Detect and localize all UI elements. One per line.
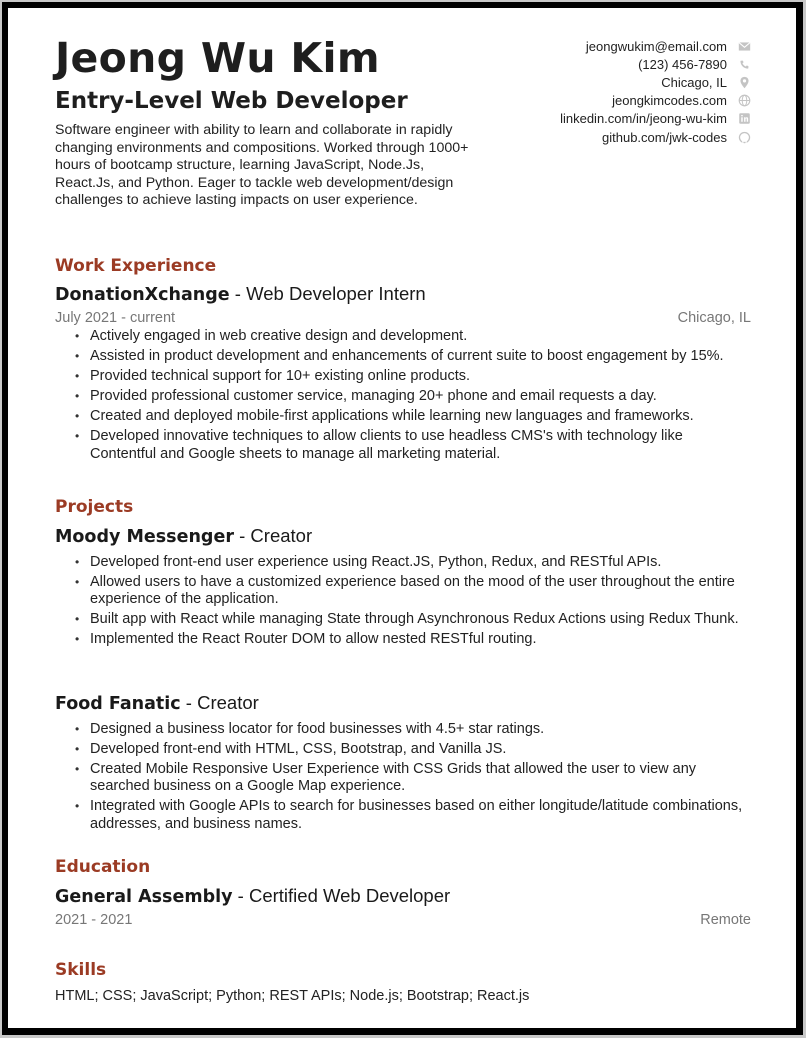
contact-linkedin[interactable]: linkedin.com/in/jeong-wu-kim bbox=[560, 110, 751, 128]
list-item: Created and deployed mobile-first applic… bbox=[75, 408, 751, 426]
contact-email-text[interactable]: jeongwukim@email.com bbox=[586, 39, 727, 54]
list-item: Provided technical support for 10+ exist… bbox=[75, 368, 751, 386]
separator: - bbox=[233, 525, 251, 546]
contact-github-text[interactable]: github.com/jwk-codes bbox=[602, 130, 727, 145]
education-meta: 2021 - 2021 Remote bbox=[55, 911, 751, 928]
list-item: Assisted in product development and enha… bbox=[75, 348, 751, 366]
separator: - bbox=[180, 692, 198, 713]
skills-list: HTML; CSS; JavaScript; Python; REST APIs… bbox=[55, 988, 530, 1004]
list-item: Designed a business locator for food bus… bbox=[75, 721, 751, 739]
project-name: Food Fanatic bbox=[55, 694, 181, 714]
list-item: Implemented the React Router DOM to allo… bbox=[75, 631, 751, 649]
list-item: Actively engaged in web creative design … bbox=[75, 328, 751, 346]
globe-icon bbox=[737, 94, 751, 108]
education-heading: General Assembly - Certified Web Develop… bbox=[55, 885, 751, 907]
education-dates: 2021 - 2021 bbox=[55, 911, 133, 928]
list-item: Developed front-end with HTML, CSS, Boot… bbox=[75, 741, 751, 759]
contact-email[interactable]: jeongwukim@email.com bbox=[560, 37, 751, 55]
list-item: Allowed users to have a customized exper… bbox=[75, 574, 751, 609]
work-org: DonationXchange bbox=[55, 285, 230, 305]
project-role: Creator bbox=[197, 692, 259, 713]
work-meta: July 2021 - current Chicago, IL bbox=[55, 309, 751, 326]
section-education: Education General Assembly - Certified W… bbox=[55, 859, 751, 927]
list-item: Developed front-end user experience usin… bbox=[75, 554, 751, 572]
linkedin-icon bbox=[737, 112, 751, 126]
contact-list: jeongwukim@email.com (123) 456-7890 Chic… bbox=[560, 37, 751, 146]
project-heading: Moody Messenger - Creator bbox=[55, 525, 751, 547]
location-pin-icon bbox=[737, 75, 751, 89]
section-title-skills: Skills bbox=[55, 960, 107, 980]
work-bullets: Actively engaged in web creative design … bbox=[75, 328, 751, 463]
section-title-work: Work Experience bbox=[55, 256, 217, 276]
separator: - bbox=[232, 885, 249, 906]
contact-phone[interactable]: (123) 456-7890 bbox=[560, 55, 751, 73]
list-item: Integrated with Google APIs to search fo… bbox=[75, 798, 751, 833]
work-role: Web Developer Intern bbox=[246, 283, 426, 304]
work-dates: July 2021 - current bbox=[55, 309, 176, 326]
project-bullets: Developed front-end user experience usin… bbox=[75, 554, 751, 649]
contact-phone-text[interactable]: (123) 456-7890 bbox=[638, 57, 727, 72]
project-bullets: Designed a business locator for food bus… bbox=[75, 721, 751, 834]
section-projects: Projects Moody Messenger - Creator Devel… bbox=[55, 499, 751, 651]
project-heading: Food Fanatic - Creator bbox=[55, 692, 751, 714]
list-item: Built app with React while managing Stat… bbox=[75, 611, 751, 629]
education-school: General Assembly bbox=[55, 887, 233, 907]
work-entry-heading: DonationXchange - Web Developer Intern bbox=[55, 283, 751, 305]
education-location: Remote bbox=[700, 911, 751, 928]
github-icon bbox=[737, 130, 751, 144]
candidate-title: Entry-Level Web Developer bbox=[55, 88, 408, 114]
candidate-name: Jeong Wu Kim bbox=[55, 34, 380, 82]
list-item: Developed innovative techniques to allow… bbox=[75, 428, 751, 463]
resume-header: Jeong Wu Kim Entry-Level Web Developer S… bbox=[55, 8, 751, 248]
project-name: Moody Messenger bbox=[55, 527, 234, 547]
summary: Software engineer with ability to learn … bbox=[55, 122, 469, 209]
section-title-projects: Projects bbox=[55, 497, 134, 517]
project-food-fanatic: Food Fanatic - Creator Designed a busine… bbox=[55, 692, 751, 836]
project-role: Creator bbox=[250, 525, 313, 546]
resume-content: Jeong Wu Kim Entry-Level Web Developer S… bbox=[55, 8, 751, 1004]
section-skills: Skills HTML; CSS; JavaScript; Python; RE… bbox=[55, 962, 751, 1004]
phone-icon bbox=[737, 57, 751, 71]
work-location: Chicago, IL bbox=[677, 309, 751, 326]
education-credential: Certified Web Developer bbox=[248, 885, 451, 906]
list-item: Created Mobile Responsive User Experienc… bbox=[75, 761, 751, 796]
resume-page: Jeong Wu Kim Entry-Level Web Developer S… bbox=[8, 8, 796, 1028]
list-item: Provided professional customer service, … bbox=[75, 388, 751, 406]
separator: - bbox=[229, 283, 247, 304]
section-title-education: Education bbox=[55, 857, 151, 877]
contact-location: Chicago, IL bbox=[560, 73, 751, 91]
section-work-experience: Work Experience DonationXchange - Web De… bbox=[55, 258, 751, 466]
contact-github[interactable]: github.com/jwk-codes bbox=[560, 128, 751, 146]
contact-location-text: Chicago, IL bbox=[661, 74, 727, 90]
contact-website-text[interactable]: jeongkimcodes.com bbox=[612, 93, 727, 108]
contact-linkedin-text[interactable]: linkedin.com/in/jeong-wu-kim bbox=[560, 111, 727, 126]
contact-website[interactable]: jeongkimcodes.com bbox=[560, 92, 751, 110]
envelope-icon bbox=[737, 39, 751, 53]
